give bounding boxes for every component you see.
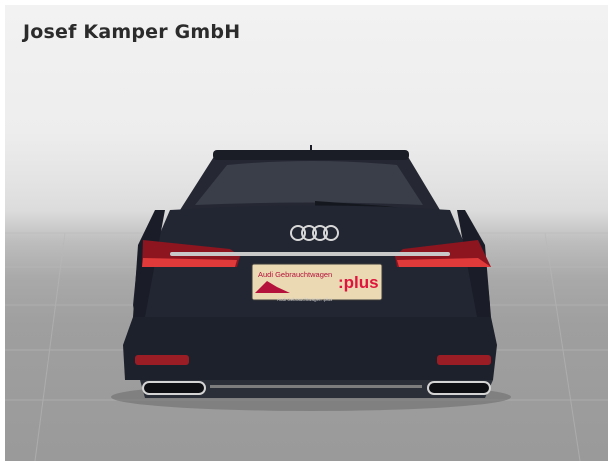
reflector-left (135, 355, 189, 365)
exhaust-right (427, 381, 491, 395)
rear-bumper (123, 317, 497, 380)
exhaust-left (142, 381, 206, 395)
plate-plus-text: :plus (338, 273, 379, 292)
reflector-right (437, 355, 491, 365)
car-photo (5, 145, 608, 461)
chrome-light-bar (170, 252, 450, 256)
plate-footer-text: Audi Gebrauchtwagen :plus (277, 297, 333, 302)
dealer-name: Josef Kamper GmbH (23, 21, 241, 43)
plate-brand-text: Audi Gebrauchtwagen (258, 270, 333, 279)
photo-frame: Audi Gebrauchtwagen :plus Audi Gebraucht… (5, 5, 608, 461)
